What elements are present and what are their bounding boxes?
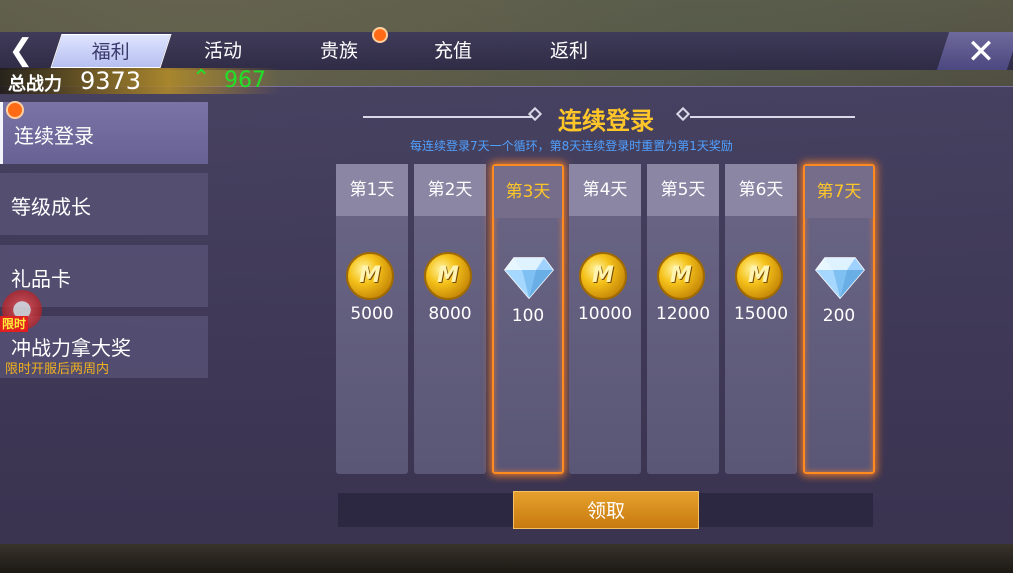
day-label: 第6天 bbox=[725, 164, 797, 216]
close-icon[interactable]: ✕ bbox=[961, 33, 1001, 71]
sidebar-item-label: 冲战力拿大奖 bbox=[11, 336, 131, 360]
sidebar-item-level-growth[interactable]: 等级成长 bbox=[0, 173, 208, 235]
day-label: 第4天 bbox=[569, 164, 641, 216]
gold-coin-icon: M bbox=[657, 252, 705, 300]
reward-amount: 8000 bbox=[428, 304, 472, 324]
sidebar-item-continuous-login[interactable]: 连续登录 bbox=[0, 102, 208, 164]
gold-coin-icon: M bbox=[735, 252, 783, 300]
arrow-up-icon: ⌃ bbox=[192, 66, 211, 91]
sidebar-item-label: 礼品卡 bbox=[11, 267, 71, 291]
title-line-right bbox=[690, 116, 855, 118]
gold-coin-icon: M bbox=[657, 252, 709, 300]
tab-rebate-label: 返利 bbox=[549, 40, 588, 62]
background-ground bbox=[0, 543, 1013, 573]
tab-activity-label: 活动 bbox=[203, 40, 242, 62]
power-label: 总战力 bbox=[8, 74, 62, 95]
day-label: 第7天 bbox=[805, 166, 873, 218]
day-card[interactable]: 第1天 M 5000 bbox=[336, 164, 408, 474]
reward-amount: 100 bbox=[511, 306, 545, 326]
day-card[interactable]: 第7天 200 bbox=[803, 164, 875, 474]
day-card[interactable]: 第3天 100 bbox=[492, 164, 564, 474]
gold-coin-icon: M bbox=[346, 252, 394, 300]
sidebar-item-label: 连续登录 bbox=[14, 124, 94, 148]
diamond-icon bbox=[815, 254, 867, 302]
page-title: 连续登录 bbox=[558, 107, 654, 135]
tab-welfare[interactable]: 福利 bbox=[50, 34, 172, 68]
limited-badge-text: 限时 bbox=[0, 316, 29, 332]
gold-coin-icon: M bbox=[346, 252, 398, 300]
limited-time-badge: 限时 bbox=[0, 290, 48, 332]
day-label: 第2天 bbox=[414, 164, 486, 216]
sidebar-item-label: 等级成长 bbox=[11, 195, 91, 219]
tab-recharge-label: 充值 bbox=[433, 40, 472, 62]
tab-activity[interactable]: 活动 bbox=[168, 34, 278, 68]
diamond-icon bbox=[815, 257, 865, 300]
sidebar-item-subtext: 限时开服后两周内 bbox=[5, 362, 110, 377]
claim-button[interactable]: 领取 bbox=[513, 491, 699, 529]
reward-amount: 15000 bbox=[733, 304, 789, 324]
day-card[interactable]: 第2天 M 8000 bbox=[414, 164, 486, 474]
gold-coin-icon: M bbox=[424, 252, 472, 300]
reward-amount: 10000 bbox=[577, 304, 633, 324]
tab-rebate[interactable]: 返利 bbox=[514, 34, 624, 68]
tab-noble-label: 贵族 bbox=[319, 40, 358, 62]
tab-recharge[interactable]: 充值 bbox=[398, 34, 508, 68]
day-label: 第3天 bbox=[494, 166, 562, 218]
reward-amount: 200 bbox=[822, 306, 856, 326]
noble-notification-dot bbox=[372, 27, 388, 43]
day-card[interactable]: 第5天 M 12000 bbox=[647, 164, 719, 474]
page-subtitle: 每连续登录7天一个循环，第8天连续登录时重置为第1天奖励 bbox=[410, 139, 733, 153]
gold-coin-icon: M bbox=[579, 252, 631, 300]
day-label: 第5天 bbox=[647, 164, 719, 216]
title-line-left bbox=[363, 116, 533, 118]
day-card[interactable]: 第4天 M 10000 bbox=[569, 164, 641, 474]
gold-coin-icon: M bbox=[579, 252, 627, 300]
reward-amount: 5000 bbox=[350, 304, 394, 324]
day-label: 第1天 bbox=[336, 164, 408, 216]
day-card[interactable]: 第6天 M 15000 bbox=[725, 164, 797, 474]
gold-coin-icon: M bbox=[424, 252, 476, 300]
reward-amount: 12000 bbox=[655, 304, 711, 324]
tab-welfare-label: 福利 bbox=[91, 41, 130, 63]
sidebar-notification-dot bbox=[6, 101, 24, 119]
power-value: 9373 bbox=[80, 67, 142, 95]
back-button[interactable]: ❮ bbox=[6, 34, 36, 68]
gold-coin-icon: M bbox=[735, 252, 787, 300]
diamond-icon bbox=[504, 257, 554, 300]
diamond-icon bbox=[504, 254, 556, 302]
power-increase: 967 bbox=[224, 68, 266, 93]
